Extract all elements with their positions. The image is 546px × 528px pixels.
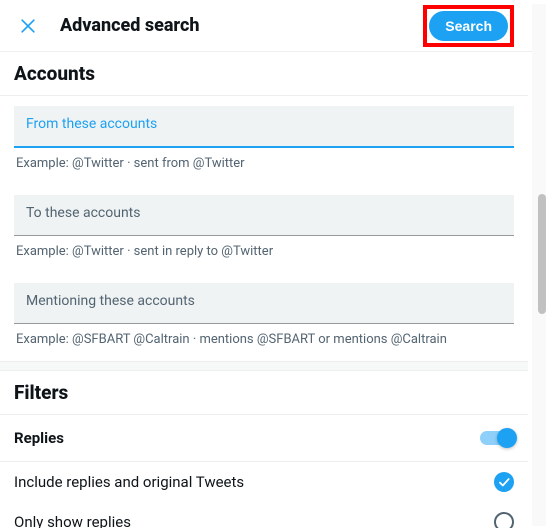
to-accounts-input[interactable]: To these accounts <box>14 195 514 236</box>
page-scrollbar-track <box>532 4 546 526</box>
page-scrollbar-thumb[interactable] <box>538 194 546 314</box>
search-button[interactable]: Search <box>429 11 508 41</box>
field-from-accounts: From these accounts Example: @Twitter · … <box>0 96 528 185</box>
include-replies-label: Include replies and original Tweets <box>14 473 244 491</box>
from-accounts-input[interactable]: From these accounts <box>14 106 514 148</box>
field-mentioning-accounts: Mentioning these accounts Example: @SFBA… <box>0 273 528 361</box>
modal-header: Advanced search Search <box>0 0 532 52</box>
modal-scroll-area[interactable]: Accounts From these accounts Example: @T… <box>0 52 532 528</box>
include-replies-row[interactable]: Include replies and original Tweets <box>0 462 528 502</box>
section-accounts-title: Accounts <box>0 52 528 96</box>
section-filters-title: Filters <box>0 371 528 415</box>
only-replies-label: Only show replies <box>14 513 131 528</box>
mentioning-accounts-example: Example: @SFBART @Caltrain · mentions @S… <box>14 324 514 361</box>
close-icon[interactable] <box>18 16 50 36</box>
replies-toggle[interactable] <box>480 431 514 445</box>
field-to-accounts: To these accounts Example: @Twitter · se… <box>0 185 528 273</box>
modal-title: Advanced search <box>60 15 423 36</box>
checkmark-icon <box>494 472 514 492</box>
radio-empty-icon <box>494 512 514 528</box>
to-accounts-label: To these accounts <box>26 205 502 221</box>
only-replies-row[interactable]: Only show replies <box>0 502 528 528</box>
to-accounts-example: Example: @Twitter · sent in reply to @Tw… <box>14 236 514 273</box>
from-accounts-example: Example: @Twitter · sent from @Twitter <box>14 148 514 185</box>
replies-subheader: Replies <box>0 415 528 462</box>
mentioning-accounts-input[interactable]: Mentioning these accounts <box>14 283 514 324</box>
section-divider <box>0 361 528 371</box>
search-button-highlight: Search <box>423 5 514 47</box>
replies-label: Replies <box>14 429 64 447</box>
advanced-search-modal: Advanced search Search Accounts From the… <box>0 0 532 528</box>
mentioning-accounts-label: Mentioning these accounts <box>26 293 502 309</box>
from-accounts-label: From these accounts <box>26 116 502 132</box>
